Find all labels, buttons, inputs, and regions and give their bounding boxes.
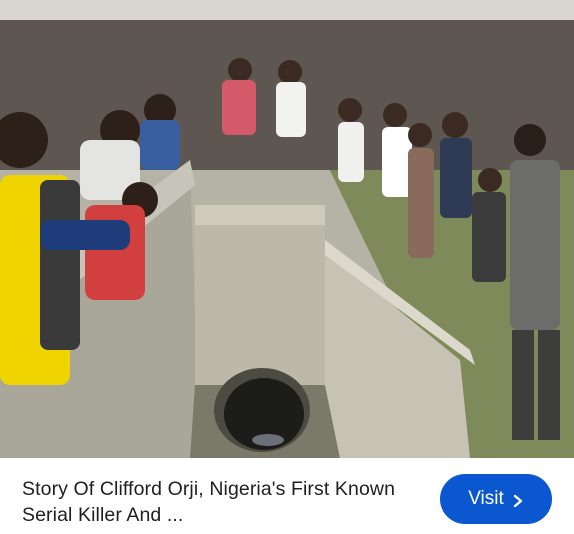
chevron-right-icon xyxy=(512,492,524,508)
result-caption-row: Story Of Clifford Orji, Nigeria's First … xyxy=(0,458,574,534)
result-headline[interactable]: Story Of Clifford Orji, Nigeria's First … xyxy=(22,476,412,528)
crowd-culvert-photo xyxy=(0,0,574,458)
visit-button-label: Visit xyxy=(468,488,504,509)
visit-button[interactable]: Visit xyxy=(440,474,552,524)
result-image[interactable] xyxy=(0,0,574,458)
search-result-card[interactable]: Story Of Clifford Orji, Nigeria's First … xyxy=(0,0,574,534)
